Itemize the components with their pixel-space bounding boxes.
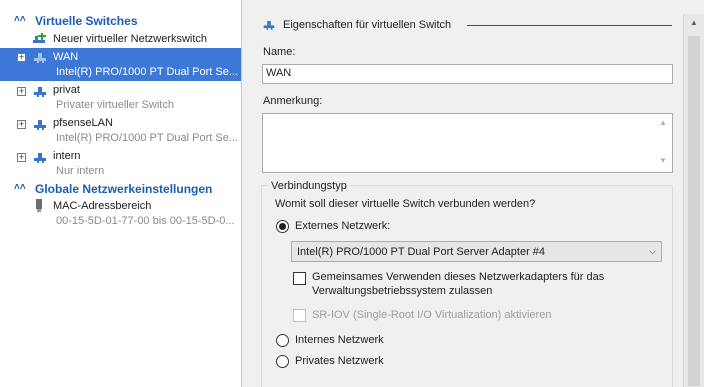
adapter-select-value: Intel(R) PRO/1000 PT Dual Port Server Ad… [297, 246, 546, 258]
section-global-network-settings[interactable]: ˄˄ Globale Netzwerkeinstellungen [0, 180, 241, 198]
switch-subtitle: Nur intern [56, 165, 105, 177]
network-switch-icon [34, 87, 46, 97]
connection-question: Womit soll dieser virtuelle Switch verbu… [275, 198, 536, 210]
scrollbar-thumb[interactable] [688, 36, 700, 386]
connection-group-title: Verbindungstyp [268, 179, 350, 193]
external-network-radio[interactable] [276, 220, 289, 233]
note-scroll-down-icon[interactable]: ▼ [659, 156, 667, 165]
network-switch-icon [34, 153, 46, 163]
section-title: Globale Netzwerkeinstellungen [35, 182, 213, 196]
switch-name: intern [53, 150, 81, 162]
switch-subtitle: Intel(R) PRO/1000 PT Dual Port Se... [56, 66, 238, 78]
adapter-select[interactable]: Intel(R) PRO/1000 PT Dual Port Server Ad… [291, 241, 662, 262]
expand-icon[interactable]: + [17, 87, 26, 96]
external-network-label: Externes Netzwerk: [295, 220, 391, 232]
switch-name: WAN [53, 51, 79, 63]
name-field[interactable]: WAN [262, 64, 673, 84]
new-switch-label: Neuer virtueller Netzwerkswitch [53, 33, 208, 45]
sriov-label: SR-IOV (Single-Root I/O Virtualization) … [312, 309, 552, 321]
expand-icon[interactable]: + [17, 120, 26, 129]
collapse-chevron-icon[interactable]: ˄˄ [14, 14, 26, 26]
internal-network-label: Internes Netzwerk [295, 334, 384, 346]
share-adapter-checkbox[interactable] [293, 272, 306, 285]
network-switch-icon [263, 21, 275, 30]
header-divider [467, 25, 672, 26]
share-adapter-label-line2: Verwaltungsbetriebssystem zulassen [312, 285, 493, 297]
mac-range-title: MAC-Adressbereich [53, 200, 152, 212]
expand-icon[interactable]: + [17, 153, 26, 162]
private-network-label: Privates Netzwerk [295, 355, 384, 367]
switch-subtitle: Privater virtueller Switch [56, 99, 174, 111]
switch-item-pfsenselan[interactable]: + pfsenseLAN Intel(R) PRO/1000 PT Dual P… [0, 116, 241, 149]
switch-name: privat [53, 84, 80, 96]
expand-icon[interactable]: + [17, 53, 26, 62]
private-network-radio[interactable] [276, 355, 289, 368]
switch-name: pfsenseLAN [53, 117, 113, 129]
switch-item-intern[interactable]: + intern Nur intern [0, 149, 241, 182]
share-adapter-label-line1: Gemeinsames Verwenden dieses Netzwerkada… [312, 271, 605, 283]
mac-range-value: 00-15-5D-01-77-00 bis 00-15-5D-0... [56, 215, 235, 227]
sriov-checkbox[interactable] [293, 309, 306, 322]
properties-header: Eigenschaften für virtuellen Switch [262, 16, 682, 34]
switch-item-privat[interactable]: + privat Privater virtueller Switch [0, 82, 241, 115]
switch-item-wan[interactable]: + WAN Intel(R) PRO/1000 PT Dual Port Se.… [0, 48, 241, 81]
note-field[interactable] [262, 113, 673, 173]
network-switch-icon [34, 120, 46, 130]
name-label: Name: [263, 46, 296, 58]
collapse-chevron-icon[interactable]: ˄˄ [14, 182, 26, 194]
internal-network-radio[interactable] [276, 334, 289, 347]
chevron-down-icon: ⌵ [649, 246, 656, 256]
add-network-switch-icon [33, 33, 46, 43]
new-switch-item[interactable]: Neuer virtueller Netzwerkswitch [0, 31, 241, 47]
scroll-up-icon[interactable]: ▲ [690, 18, 698, 27]
mac-range-item[interactable]: MAC-Adressbereich 00-15-5D-01-77-00 bis … [0, 198, 241, 231]
switch-subtitle: Intel(R) PRO/1000 PT Dual Port Se... [56, 132, 238, 144]
network-adapter-icon [36, 199, 42, 212]
switch-tree-panel: ˄˄ Virtuelle Switches Neuer virtueller N… [0, 0, 242, 387]
network-switch-icon [34, 53, 46, 63]
section-title: Virtuelle Switches [35, 14, 138, 28]
note-label: Anmerkung: [263, 95, 323, 107]
properties-title: Eigenschaften für virtuellen Switch [283, 19, 452, 31]
section-virtual-switches[interactable]: ˄˄ Virtuelle Switches [0, 12, 241, 30]
properties-scrollbar[interactable]: ▲ [683, 14, 704, 387]
note-scroll-up-icon[interactable]: ▲ [659, 118, 667, 127]
